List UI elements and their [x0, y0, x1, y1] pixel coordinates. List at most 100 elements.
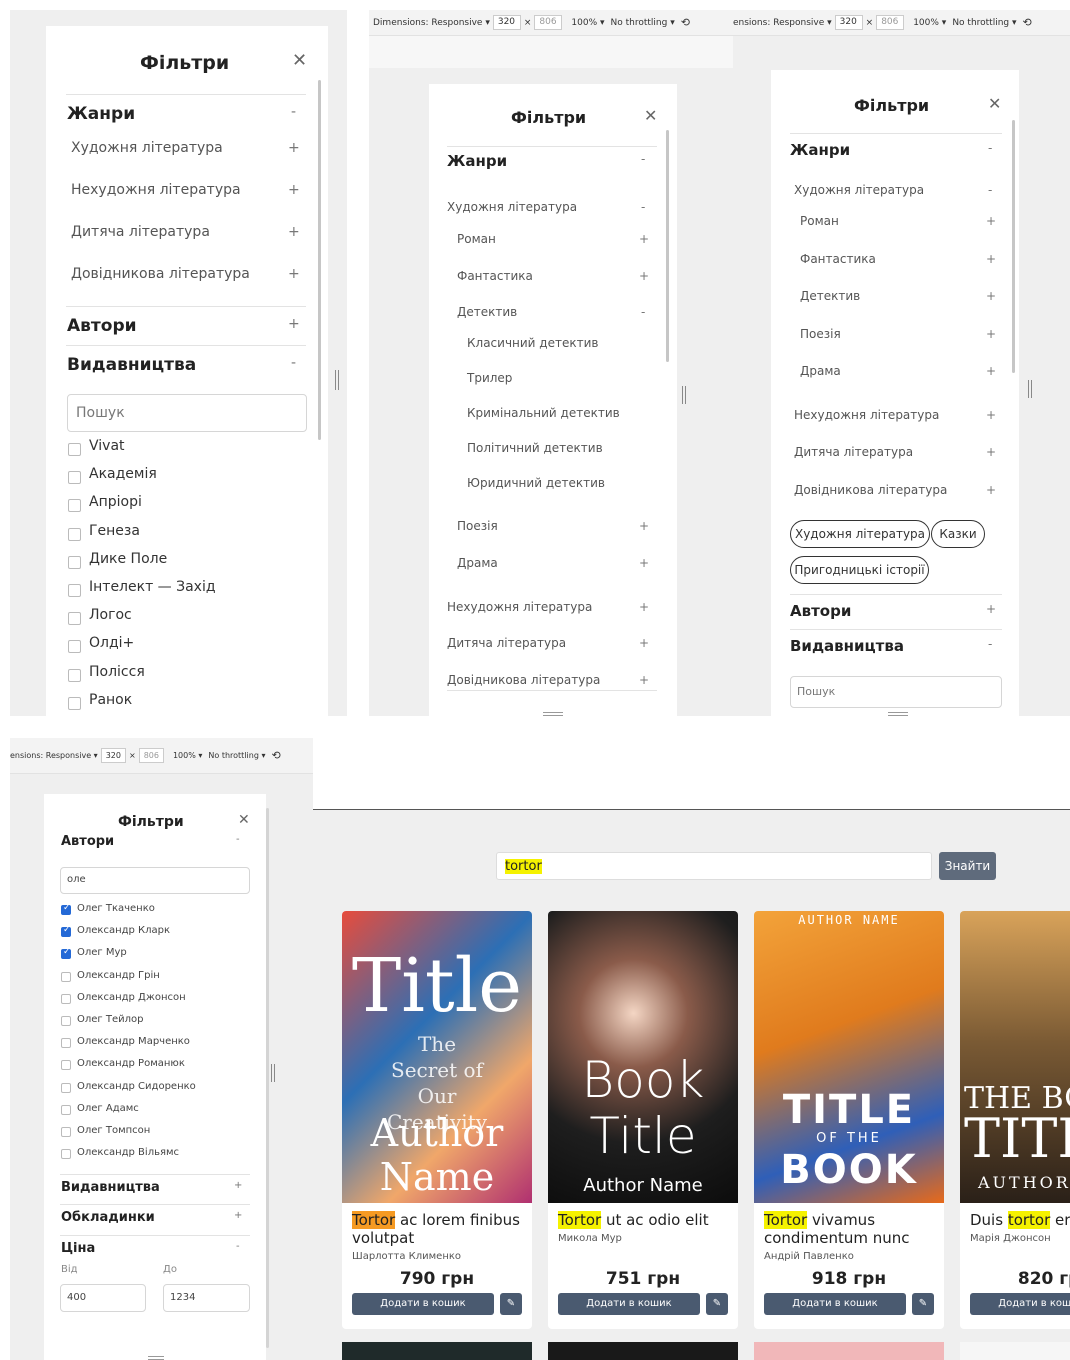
section-price-title[interactable]: Ціна [61, 1241, 95, 1256]
search-button[interactable]: Знайти [939, 852, 996, 880]
publisher-option[interactable]: Олді+ [89, 635, 134, 651]
author-checkbox[interactable] [61, 1082, 71, 1093]
author-checkbox[interactable] [61, 1038, 71, 1049]
edit-icon[interactable]: ✎ [912, 1293, 934, 1315]
book-cover[interactable]: Book Title Author Name [548, 911, 738, 1203]
author-option[interactable]: Олег Томпсон [77, 1125, 150, 1136]
author-option[interactable]: Олександр Сидоренко [77, 1081, 196, 1092]
genre-option[interactable]: Довідникова література [447, 673, 600, 687]
author-checkbox[interactable] [61, 1104, 71, 1115]
section-genres-title[interactable]: Жанри [67, 104, 135, 124]
expand-icon[interactable]: + [288, 224, 300, 240]
genre-option[interactable]: Детектив [457, 305, 517, 319]
author-option[interactable]: Олександр Грін [77, 970, 160, 981]
genre-option[interactable]: Драма [800, 364, 841, 378]
rotate-icon[interactable]: ⟲ [681, 16, 690, 29]
add-to-cart-button[interactable]: Додати в кошик [352, 1293, 494, 1315]
genre-fiction[interactable]: Художня література [71, 140, 223, 156]
checkbox[interactable] [68, 499, 81, 513]
genre-nonfiction[interactable]: Нехудожня література [71, 182, 241, 198]
author-checkbox[interactable] [61, 947, 71, 960]
author-option[interactable]: Олег Ткаченко [77, 903, 155, 914]
checkbox[interactable] [68, 555, 81, 569]
close-icon[interactable]: ✕ [238, 812, 250, 828]
collapse-icon[interactable]: - [291, 355, 296, 371]
genre-option[interactable]: Драма [457, 556, 498, 570]
add-to-cart-button[interactable]: Додати в кошик [764, 1293, 906, 1315]
publisher-search-input[interactable]: Пошук [790, 676, 1002, 708]
genre-reference[interactable]: Довідникова література [71, 266, 250, 282]
book-card[interactable]: Book Title Author Name Tortor ut ac odio… [548, 911, 738, 1329]
edit-icon[interactable]: ✎ [500, 1293, 522, 1315]
author-option[interactable]: Олександр Марченко [77, 1036, 190, 1047]
checkbox[interactable] [68, 640, 81, 654]
author-checkbox[interactable] [61, 925, 71, 938]
genre-option[interactable]: Дитяча література [447, 636, 566, 650]
section-covers-title[interactable]: Обкладинки [61, 1210, 155, 1225]
genre-option[interactable]: Фантастика [800, 252, 876, 266]
publisher-option[interactable]: Логос [89, 607, 132, 623]
section-publishers-title[interactable]: Видавництва [67, 355, 196, 375]
publisher-option[interactable]: Ранок [89, 692, 132, 708]
genre-option[interactable]: Політичний детектив [467, 441, 603, 455]
section-authors-title[interactable]: Автори [61, 834, 114, 849]
shop-search-input[interactable]: tortor [496, 852, 932, 880]
checkbox[interactable] [68, 612, 81, 626]
genre-option[interactable]: Фантастика [457, 269, 533, 283]
section-genres-title[interactable]: Жанри [447, 152, 507, 170]
book-card[interactable]: AUTHOR NAME TITLE OF THE BOOK Tortor viv… [754, 911, 944, 1329]
section-publishers-title[interactable]: Видавництва [790, 637, 904, 655]
selected-genre-chip[interactable]: Пригодницькі історії [790, 556, 929, 584]
close-icon[interactable]: ✕ [292, 50, 307, 71]
genre-option[interactable]: Детектив [800, 289, 860, 303]
author-search-input[interactable]: оле [60, 867, 250, 894]
publisher-option[interactable]: Vivat [89, 438, 125, 454]
book-cover[interactable]: THE BO TITL AUTHOR [960, 911, 1070, 1203]
rotate-icon[interactable]: ⟲ [1023, 16, 1032, 29]
selected-genre-chip[interactable]: Казки [931, 520, 985, 548]
genre-option[interactable]: Художня література [447, 200, 577, 214]
genre-option[interactable]: Дитяча література [794, 445, 913, 459]
edit-icon[interactable]: ✎ [706, 1293, 728, 1315]
genre-option[interactable]: Юридичний детектив [467, 476, 605, 490]
publisher-option[interactable]: Полісся [89, 664, 145, 680]
genre-option[interactable]: Роман [457, 232, 496, 246]
checkbox[interactable] [68, 696, 81, 710]
resize-handle[interactable] [682, 386, 686, 404]
rotate-icon[interactable]: ⟲ [271, 749, 280, 762]
author-option[interactable]: Олександр Романюк [77, 1058, 185, 1069]
selected-genre-chip[interactable]: Художня література [790, 520, 930, 548]
author-checkbox[interactable] [61, 1127, 71, 1137]
author-option[interactable]: Олександр Вільямс [77, 1147, 179, 1158]
book-cover[interactable]: Title The Secret of Our Creativity Autho… [342, 911, 532, 1203]
genre-option[interactable]: Трилер [467, 371, 512, 385]
author-option[interactable]: Олександр Кларк [77, 925, 170, 936]
book-cover[interactable]: AUTHOR NAME TITLE OF THE BOOK [754, 911, 944, 1203]
section-authors-title[interactable]: Автори [790, 602, 851, 620]
close-icon[interactable]: ✕ [644, 106, 657, 125]
genre-option[interactable]: Нехудожня література [447, 600, 592, 614]
publisher-option[interactable]: Інтелект — Захід [89, 579, 216, 595]
collapse-icon[interactable]: - [291, 104, 296, 120]
author-option[interactable]: Олександр Джонсон [77, 992, 186, 1003]
genre-children[interactable]: Дитяча література [71, 224, 210, 240]
author-checkbox[interactable] [61, 1149, 71, 1160]
book-card[interactable]: THE BO TITL AUTHOR Duis tortor erat Марі… [960, 911, 1070, 1329]
section-publishers-title[interactable]: Видавництва [61, 1180, 160, 1195]
checkbox[interactable] [68, 471, 81, 485]
checkbox[interactable] [68, 527, 81, 541]
genre-option[interactable]: Нехудожня література [794, 408, 939, 422]
publisher-option[interactable]: Апріорі [89, 494, 142, 510]
genre-option[interactable]: Роман [800, 214, 839, 228]
book-card[interactable]: Title The Secret of Our Creativity Autho… [342, 911, 532, 1329]
price-to-input[interactable]: 1234 [163, 1284, 250, 1312]
genre-option[interactable]: Поезія [457, 519, 498, 533]
resize-handle[interactable] [335, 370, 339, 390]
expand-icon[interactable]: + [288, 182, 300, 198]
expand-icon[interactable]: + [288, 266, 300, 282]
price-from-input[interactable]: 400 [60, 1284, 146, 1312]
section-authors-title[interactable]: Автори [67, 316, 137, 336]
close-icon[interactable]: ✕ [988, 94, 1001, 113]
author-checkbox[interactable] [61, 1016, 71, 1026]
genre-option[interactable]: Художня література [794, 183, 924, 197]
